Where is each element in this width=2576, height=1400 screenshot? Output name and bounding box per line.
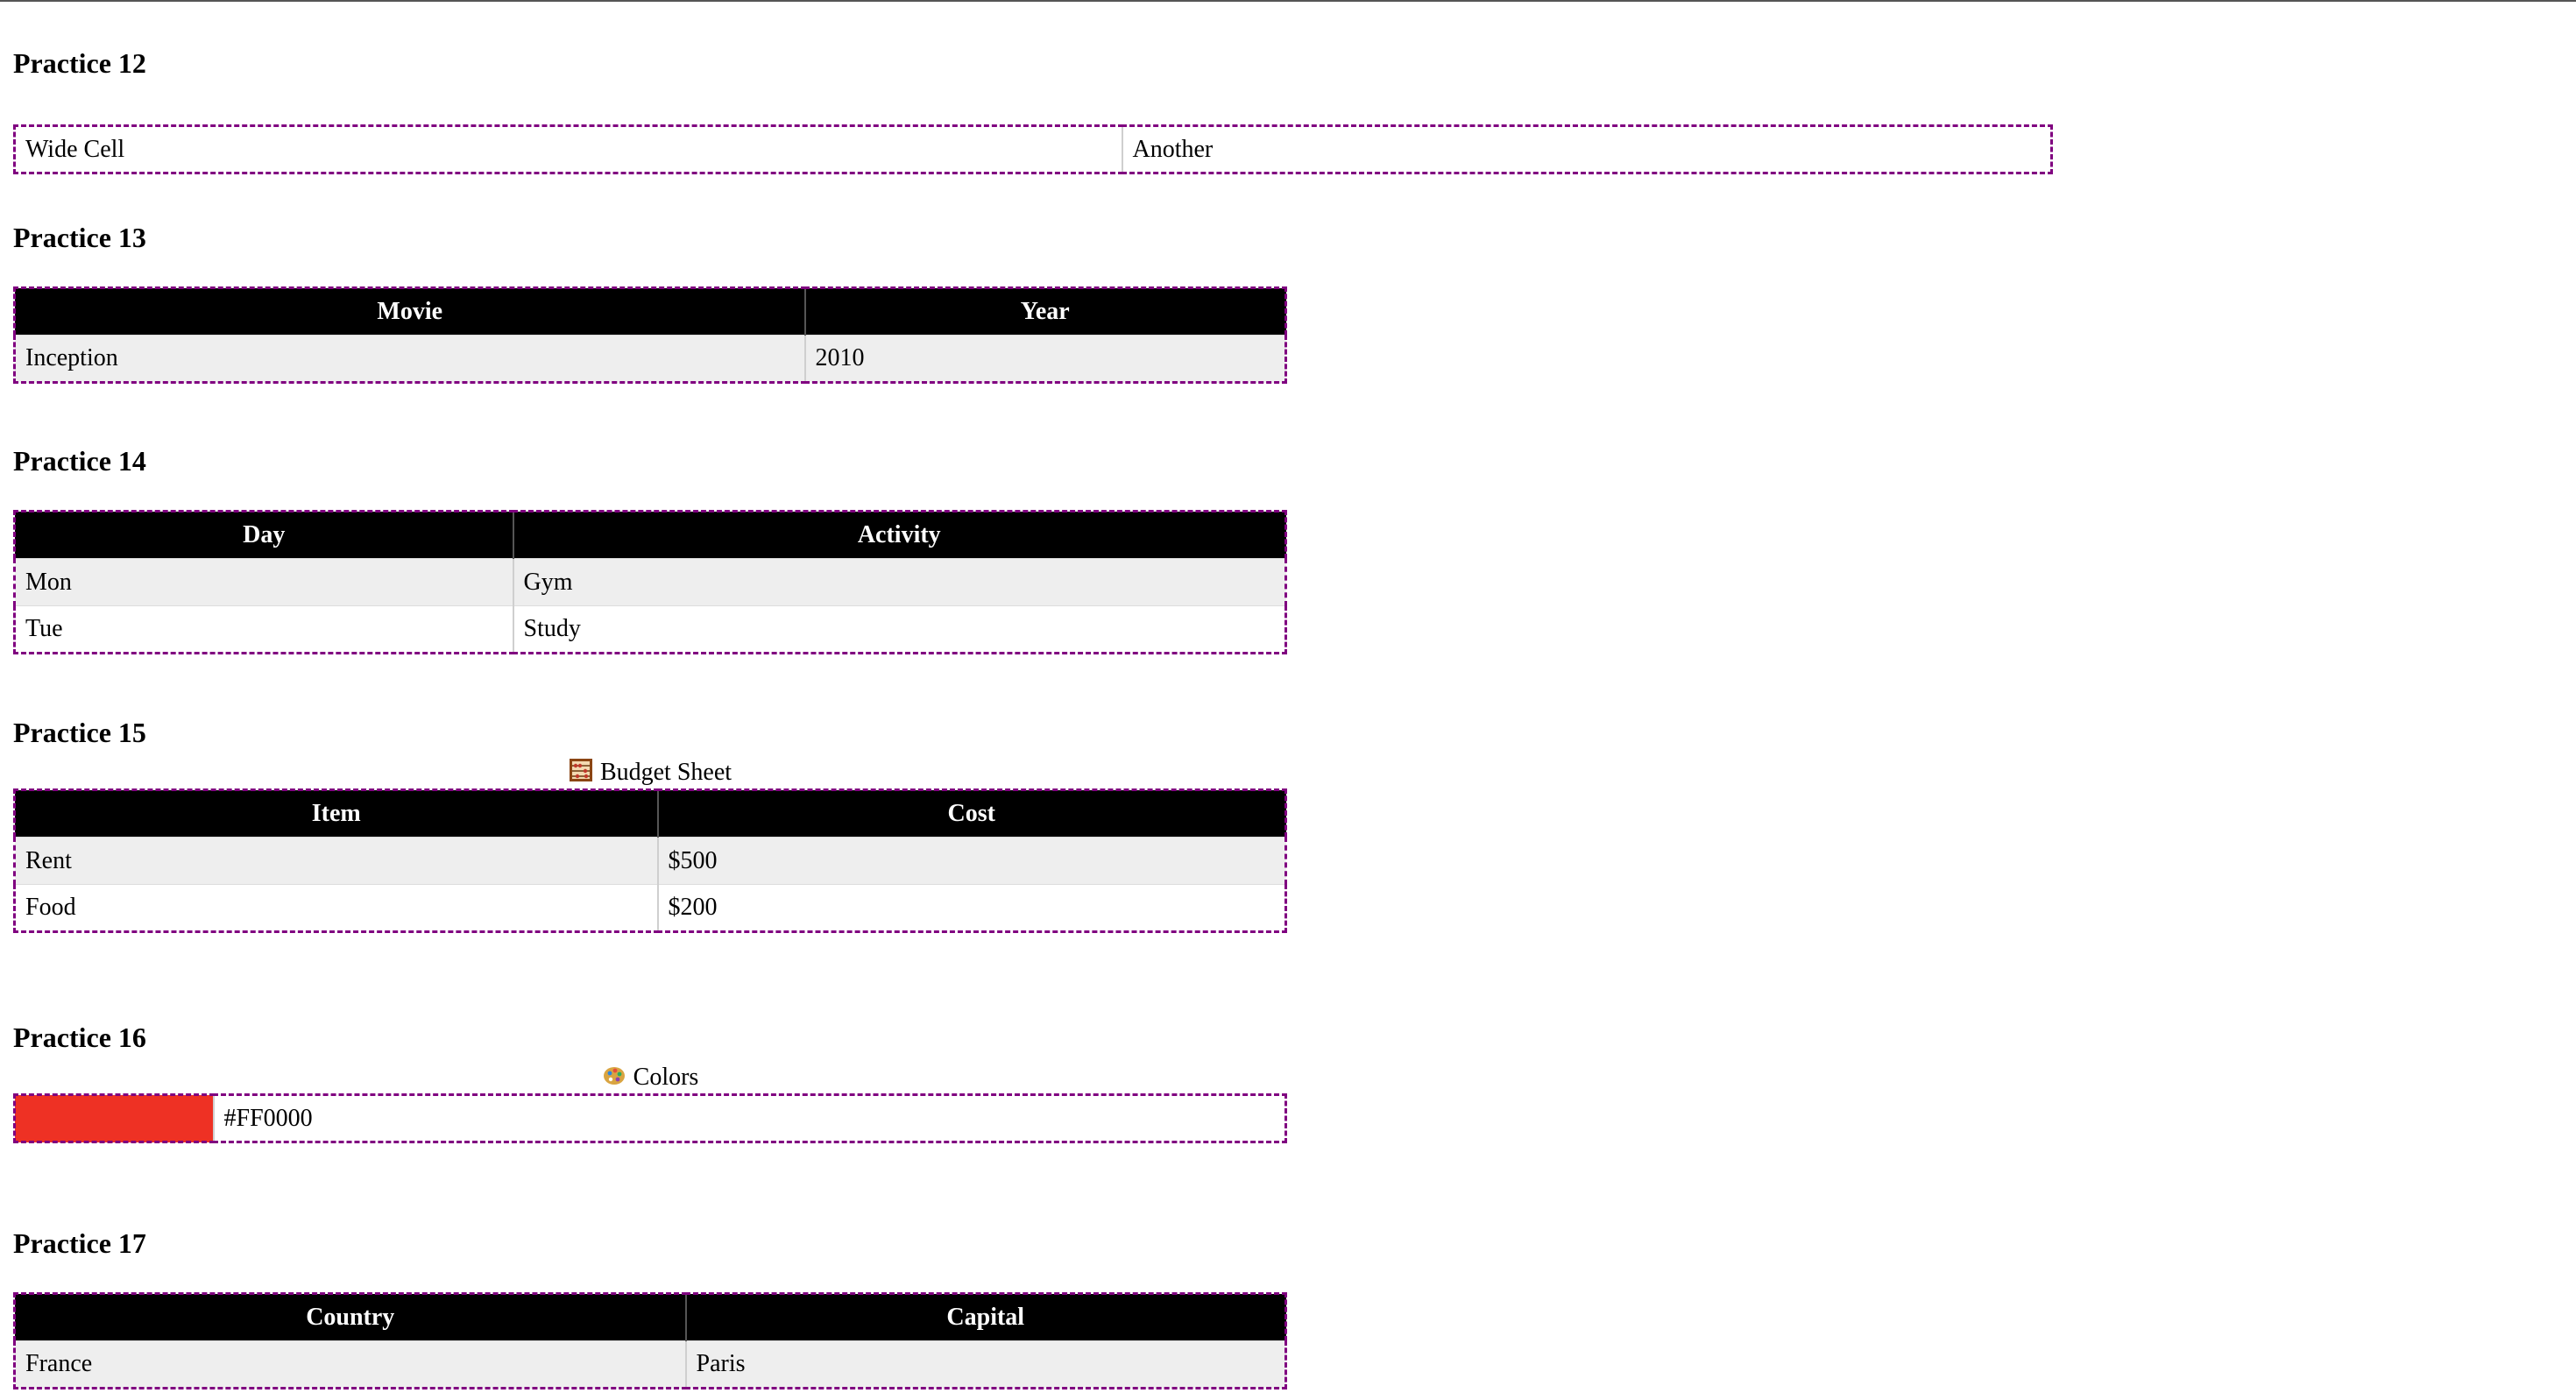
practice-12-heading: Practice 12 [13, 47, 146, 79]
practice-15-table: Budget Sheet Item Cost Rent $500 Food $2… [13, 757, 1287, 933]
practice-12-table: Wide Cell Another [13, 124, 2053, 174]
practice-17-heading: Practice 17 [13, 1227, 146, 1259]
abacus-icon [569, 758, 593, 791]
column-header: Cost [656, 789, 1286, 838]
caption-text: Colors [633, 1064, 699, 1091]
table-row: #FF0000 [14, 1094, 1286, 1142]
caption-text: Budget Sheet [599, 759, 732, 786]
table-cell: Mon [14, 558, 513, 606]
table-cell: Rent [14, 837, 658, 885]
practice-15-heading: Practice 15 [13, 717, 146, 748]
practice-14-section: Practice 14 Day Activity Mon Gym Tue Stu… [13, 445, 1287, 654]
practice-13-table: Movie Year Inception 2010 [13, 286, 1287, 384]
column-header: Country [14, 1293, 686, 1341]
table-cell: Food [14, 884, 658, 932]
table-cell: Paris [684, 1340, 1286, 1389]
table-cell: Another [1121, 125, 2052, 173]
table-cell: Tue [14, 605, 513, 654]
table-header-row: Movie Year [14, 287, 1286, 336]
column-header: Day [14, 511, 513, 559]
table-row: Mon Gym [14, 558, 1286, 606]
table-row: Rent $500 [14, 837, 1286, 885]
practice-17-section: Practice 17 Country Capital France Paris [13, 1227, 1287, 1389]
practice-15-section: Practice 15 Budget Sheet Item Cost Rent … [13, 717, 1287, 933]
column-header: Activity [512, 511, 1286, 559]
table-row: France Paris [14, 1340, 1286, 1389]
practice-13-heading: Practice 13 [13, 222, 146, 253]
table-row: Tue Study [14, 605, 1286, 654]
table-cell: Inception [14, 335, 805, 383]
color-swatch [14, 1094, 214, 1142]
table-row: Inception 2010 [14, 335, 1286, 383]
practice-14-heading: Practice 14 [13, 445, 146, 477]
table-header-row: Day Activity [14, 511, 1286, 559]
table-cell: $200 [656, 884, 1286, 932]
table-header-row: Item Cost [14, 789, 1286, 838]
column-header: Item [14, 789, 658, 838]
practice-16-table: Colors #FF0000 [13, 1062, 1287, 1143]
practice-17-table: Country Capital France Paris [13, 1292, 1287, 1389]
table-cell: France [14, 1340, 686, 1389]
practice-14-table: Day Activity Mon Gym Tue Study [13, 510, 1287, 654]
page-top-border [0, 0, 2576, 2]
colors-caption: Colors [13, 1062, 1287, 1093]
practice-16-section: Practice 16 Colors #FF0000 [13, 1022, 1287, 1143]
table-cell: 2010 [803, 335, 1286, 383]
color-hex-label: #FF0000 [212, 1094, 1286, 1142]
table-cell: Gym [512, 558, 1286, 606]
column-header: Movie [14, 287, 805, 336]
column-header: Year [803, 287, 1286, 336]
practice-13-section: Practice 13 Movie Year Inception 2010 [13, 222, 1287, 384]
budget-sheet-caption: Budget Sheet [13, 757, 1287, 788]
table-cell: $500 [656, 837, 1286, 885]
palette-icon [602, 1063, 626, 1096]
table-cell: Study [512, 605, 1286, 654]
table-cell: Wide Cell [14, 125, 1122, 173]
table-row: Wide Cell Another [14, 125, 2052, 173]
table-header-row: Country Capital [14, 1293, 1286, 1341]
practice-12-section: Practice 12 Wide Cell Another [13, 47, 2053, 174]
column-header: Capital [684, 1293, 1286, 1341]
practice-16-heading: Practice 16 [13, 1022, 146, 1053]
table-row: Food $200 [14, 884, 1286, 932]
